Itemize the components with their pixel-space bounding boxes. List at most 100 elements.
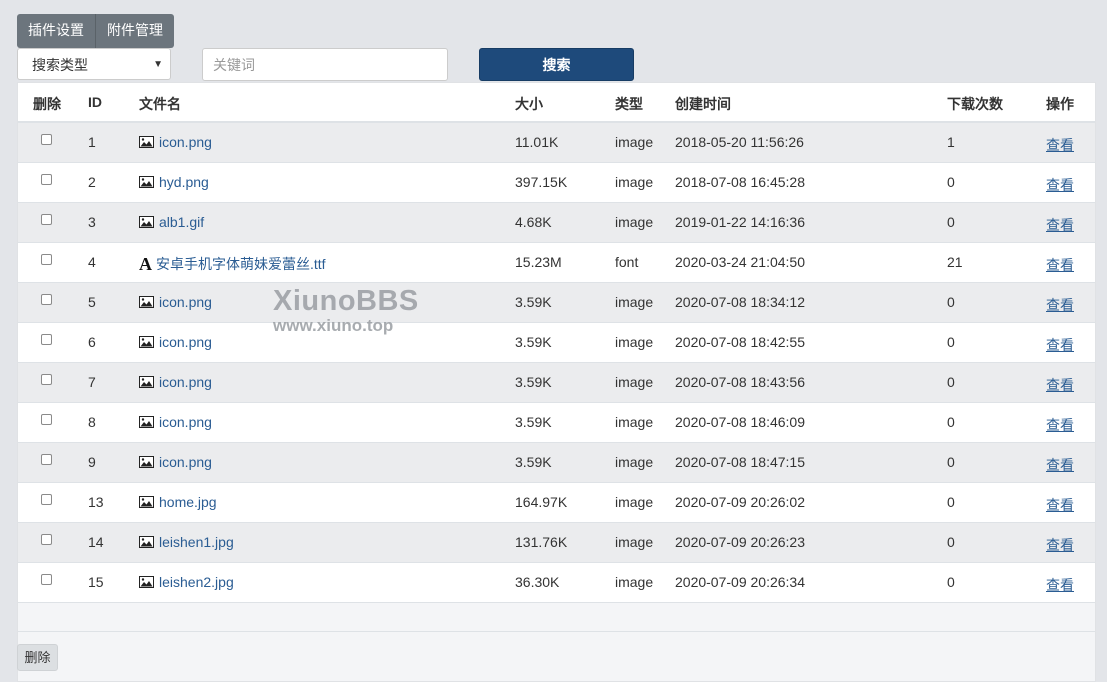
file-link[interactable]: home.jpg: [139, 494, 217, 510]
cell-type: image: [615, 134, 654, 150]
view-link[interactable]: 查看: [1046, 175, 1074, 195]
row-select-checkbox[interactable]: [41, 174, 52, 185]
cell-downloads: 0: [947, 414, 955, 430]
file-name[interactable]: icon.png: [159, 454, 212, 470]
file-name[interactable]: 安卓手机字体萌妹爱蕾丝.ttf: [156, 254, 326, 274]
table-row: 1 icon.png 11.01K image 2018-05-20 11:56:26 1…: [18, 123, 1095, 163]
cell-id: 8: [88, 414, 96, 430]
row-select-checkbox[interactable]: [41, 414, 52, 425]
file-link[interactable]: icon.png: [139, 374, 212, 390]
row-select-checkbox[interactable]: [41, 214, 52, 225]
cell-size: 36.30K: [515, 574, 560, 590]
cell-size: 15.23M: [515, 254, 562, 270]
file-link[interactable]: leishen2.jpg: [139, 574, 234, 590]
cell-created: 2020-07-08 18:46:09: [675, 414, 805, 430]
file-link[interactable]: icon.png: [139, 414, 212, 430]
tab-plugin-settings[interactable]: 插件设置: [17, 14, 95, 48]
cell-size: 397.15K: [515, 174, 568, 190]
file-name[interactable]: leishen2.jpg: [159, 574, 234, 590]
row-select-checkbox[interactable]: [41, 534, 52, 545]
view-link[interactable]: 查看: [1046, 535, 1074, 555]
cell-downloads: 1: [947, 134, 955, 150]
search-type-select[interactable]: 搜索类型 ▼: [17, 48, 171, 80]
view-link[interactable]: 查看: [1046, 255, 1074, 275]
file-name[interactable]: hyd.png: [159, 174, 209, 190]
row-select-checkbox[interactable]: [41, 574, 52, 585]
cell-id: 15: [88, 574, 104, 590]
view-link[interactable]: 查看: [1046, 455, 1074, 475]
col-id: ID: [88, 94, 102, 110]
attachment-table: 删除 ID 文件名 大小 类型 创建时间 下载次数 操作 1 icon.png 11…: [17, 82, 1096, 682]
cell-type: image: [615, 174, 654, 190]
image-icon: [139, 136, 159, 148]
view-link[interactable]: 查看: [1046, 215, 1074, 235]
file-link[interactable]: icon.png: [139, 334, 212, 350]
view-link[interactable]: 查看: [1046, 415, 1074, 435]
view-link[interactable]: 查看: [1046, 135, 1074, 155]
cell-downloads: 0: [947, 454, 955, 470]
cell-type: image: [615, 374, 654, 390]
cell-id: 2: [88, 174, 96, 190]
cell-downloads: 0: [947, 214, 955, 230]
cell-type: image: [615, 494, 654, 510]
file-name[interactable]: icon.png: [159, 334, 212, 350]
file-name[interactable]: alb1.gif: [159, 214, 204, 230]
row-select-checkbox[interactable]: [41, 374, 52, 385]
cell-id: 1: [88, 134, 96, 150]
file-name[interactable]: leishen1.jpg: [159, 534, 234, 550]
file-name[interactable]: icon.png: [159, 294, 212, 310]
cell-size: 3.59K: [515, 294, 552, 310]
file-link[interactable]: icon.png: [139, 454, 212, 470]
file-name[interactable]: icon.png: [159, 374, 212, 390]
row-select-checkbox[interactable]: [41, 294, 52, 305]
file-name[interactable]: home.jpg: [159, 494, 217, 510]
table-row: 2 hyd.png 397.15K image 2018-07-08 16:45:28 0…: [18, 163, 1095, 203]
row-select-checkbox[interactable]: [41, 334, 52, 345]
cell-size: 11.01K: [515, 134, 559, 150]
view-link[interactable]: 查看: [1046, 495, 1074, 515]
col-delete: 删除: [33, 96, 61, 112]
image-icon: [139, 376, 159, 388]
cell-created: 2020-07-08 18:43:56: [675, 374, 805, 390]
file-name[interactable]: icon.png: [159, 134, 212, 150]
cell-created: 2020-03-24 21:04:50: [675, 254, 805, 270]
cell-downloads: 0: [947, 334, 955, 350]
row-select-checkbox[interactable]: [41, 494, 52, 505]
cell-created: 2020-07-08 18:47:15: [675, 454, 805, 470]
tab-attachment-management[interactable]: 附件管理: [95, 14, 174, 48]
row-select-checkbox[interactable]: [41, 134, 52, 145]
image-icon: [139, 496, 159, 508]
file-link[interactable]: icon.png: [139, 294, 212, 310]
cell-downloads: 0: [947, 174, 955, 190]
view-link[interactable]: 查看: [1046, 335, 1074, 355]
file-link[interactable]: icon.png: [139, 134, 212, 150]
cell-size: 3.59K: [515, 454, 552, 470]
cell-size: 3.59K: [515, 334, 552, 350]
image-icon: [139, 536, 159, 548]
row-select-checkbox[interactable]: [41, 454, 52, 465]
file-link[interactable]: A 安卓手机字体萌妹爱蕾丝.ttf: [139, 254, 326, 274]
file-link[interactable]: leishen1.jpg: [139, 534, 234, 550]
file-link[interactable]: alb1.gif: [139, 214, 204, 230]
table-header: 删除 ID 文件名 大小 类型 创建时间 下载次数 操作: [18, 83, 1095, 123]
image-icon: [139, 456, 159, 468]
cell-size: 3.59K: [515, 374, 552, 390]
view-link[interactable]: 查看: [1046, 295, 1074, 315]
cell-created: 2020-07-08 18:42:55: [675, 334, 805, 350]
cell-size: 131.76K: [515, 534, 568, 550]
col-filename: 文件名: [139, 96, 181, 112]
col-type: 类型: [615, 96, 643, 112]
file-link[interactable]: hyd.png: [139, 174, 209, 190]
delete-button[interactable]: 删除: [17, 644, 58, 671]
file-name[interactable]: icon.png: [159, 414, 212, 430]
cell-downloads: 0: [947, 494, 955, 510]
view-link[interactable]: 查看: [1046, 375, 1074, 395]
keyword-input[interactable]: [202, 48, 448, 81]
col-action: 操作: [1046, 96, 1074, 112]
search-button[interactable]: 搜索: [479, 48, 634, 81]
cell-type: image: [615, 534, 654, 550]
view-link[interactable]: 查看: [1046, 575, 1074, 595]
cell-id: 9: [88, 454, 96, 470]
col-downloads: 下载次数: [947, 96, 1003, 112]
row-select-checkbox[interactable]: [41, 254, 52, 265]
